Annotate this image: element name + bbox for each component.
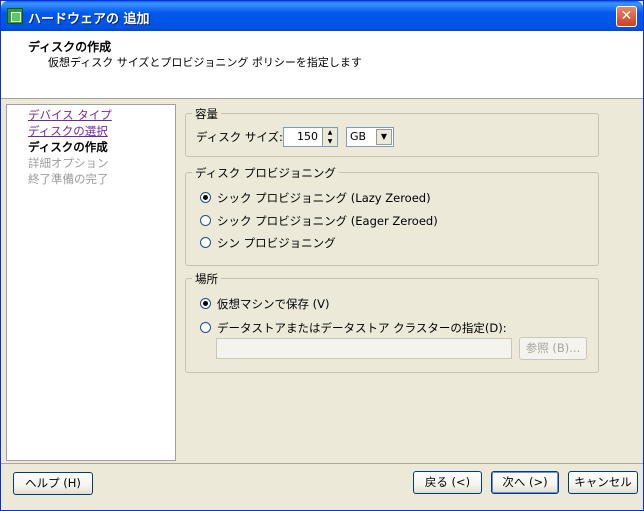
provisioning-legend: ディスク プロビジョニング <box>192 165 339 181</box>
back-button[interactable]: 戻る (<) <box>413 471 482 494</box>
disk-provisioning-group: ディスク プロビジョニング シック プロビジョニング (Lazy Zeroed)… <box>185 165 599 266</box>
stepper-down-icon[interactable]: ▼ <box>323 137 337 146</box>
nav-step-advanced-options: 詳細オプション <box>28 156 109 170</box>
capacity-legend: 容量 <box>192 106 221 122</box>
footer-divider <box>1 463 643 464</box>
chevron-down-icon[interactable]: ▼ <box>376 129 392 145</box>
hardware-app-icon <box>7 8 23 24</box>
nav-step-select-disk[interactable]: ディスクの選択 <box>28 123 108 139</box>
nav-step-ready-to-complete: 終了準備の完了 <box>28 172 109 186</box>
disk-size-label: ディスク サイズ: <box>196 130 283 144</box>
nav-step-create-disk: ディスクの作成 <box>28 140 108 154</box>
thick-lazy-radio[interactable] <box>200 192 211 203</box>
disk-size-stepper[interactable]: ▲ ▼ <box>323 127 338 147</box>
cancel-button[interactable]: キャンセル <box>568 471 638 494</box>
thick-eager-label[interactable]: シック プロビジョニング (Eager Zeroed) <box>217 213 438 229</box>
help-button[interactable]: ヘルプ (H) <box>13 472 93 495</box>
unit-value: GB <box>350 130 367 143</box>
specify-datastore-label[interactable]: データストアまたはデータストア クラスターの指定(D): <box>217 320 507 336</box>
datastore-path-field[interactable] <box>216 338 512 359</box>
store-with-vm-radio[interactable] <box>200 298 211 309</box>
store-with-vm-label[interactable]: 仮想マシンで保存 (V) <box>217 296 330 312</box>
thick-eager-radio[interactable] <box>200 215 211 226</box>
specify-datastore-radio[interactable] <box>200 322 211 333</box>
window-title: ハードウェアの 追加 <box>28 12 150 27</box>
thick-lazy-label[interactable]: シック プロビジョニング (Lazy Zeroed) <box>217 190 431 206</box>
browse-button[interactable]: 参照 (B)... <box>519 337 587 360</box>
close-icon[interactable]: ✕ <box>616 6 637 27</box>
thin-label[interactable]: シン プロビジョニング <box>217 235 336 251</box>
wizard-header: ディスクの作成 仮想ディスク サイズとプロビジョニング ポリシーを指定します <box>1 31 643 99</box>
nav-step-device-type[interactable]: デバイス タイプ <box>28 107 112 123</box>
location-legend: 場所 <box>192 271 221 287</box>
page-subtitle: 仮想ディスク サイズとプロビジョニング ポリシーを指定します <box>48 56 362 69</box>
disk-size-input[interactable]: 150 <box>283 127 323 147</box>
location-group: 場所 仮想マシンで保存 (V) データストアまたはデータストア クラスターの指定… <box>185 271 599 373</box>
wizard-steps-nav: デバイス タイプ ディスクの選択 ディスクの作成 詳細オプション 終了準備の完了 <box>6 104 176 461</box>
disk-size-unit-select[interactable]: GB ▼ <box>346 127 394 147</box>
title-bar[interactable]: ハードウェアの 追加 ✕ <box>1 1 643 31</box>
add-hardware-dialog: ハードウェアの 追加 ✕ ディスクの作成 仮想ディスク サイズとプロビジョニング… <box>0 0 644 511</box>
thin-radio[interactable] <box>200 237 211 248</box>
page-title: ディスクの作成 <box>28 40 112 54</box>
next-button[interactable]: 次へ (>) <box>491 471 559 494</box>
stepper-up-icon[interactable]: ▲ <box>323 128 337 137</box>
capacity-group: 容量 ディスク サイズ: 150 ▲ ▼ GB ▼ <box>185 106 599 157</box>
